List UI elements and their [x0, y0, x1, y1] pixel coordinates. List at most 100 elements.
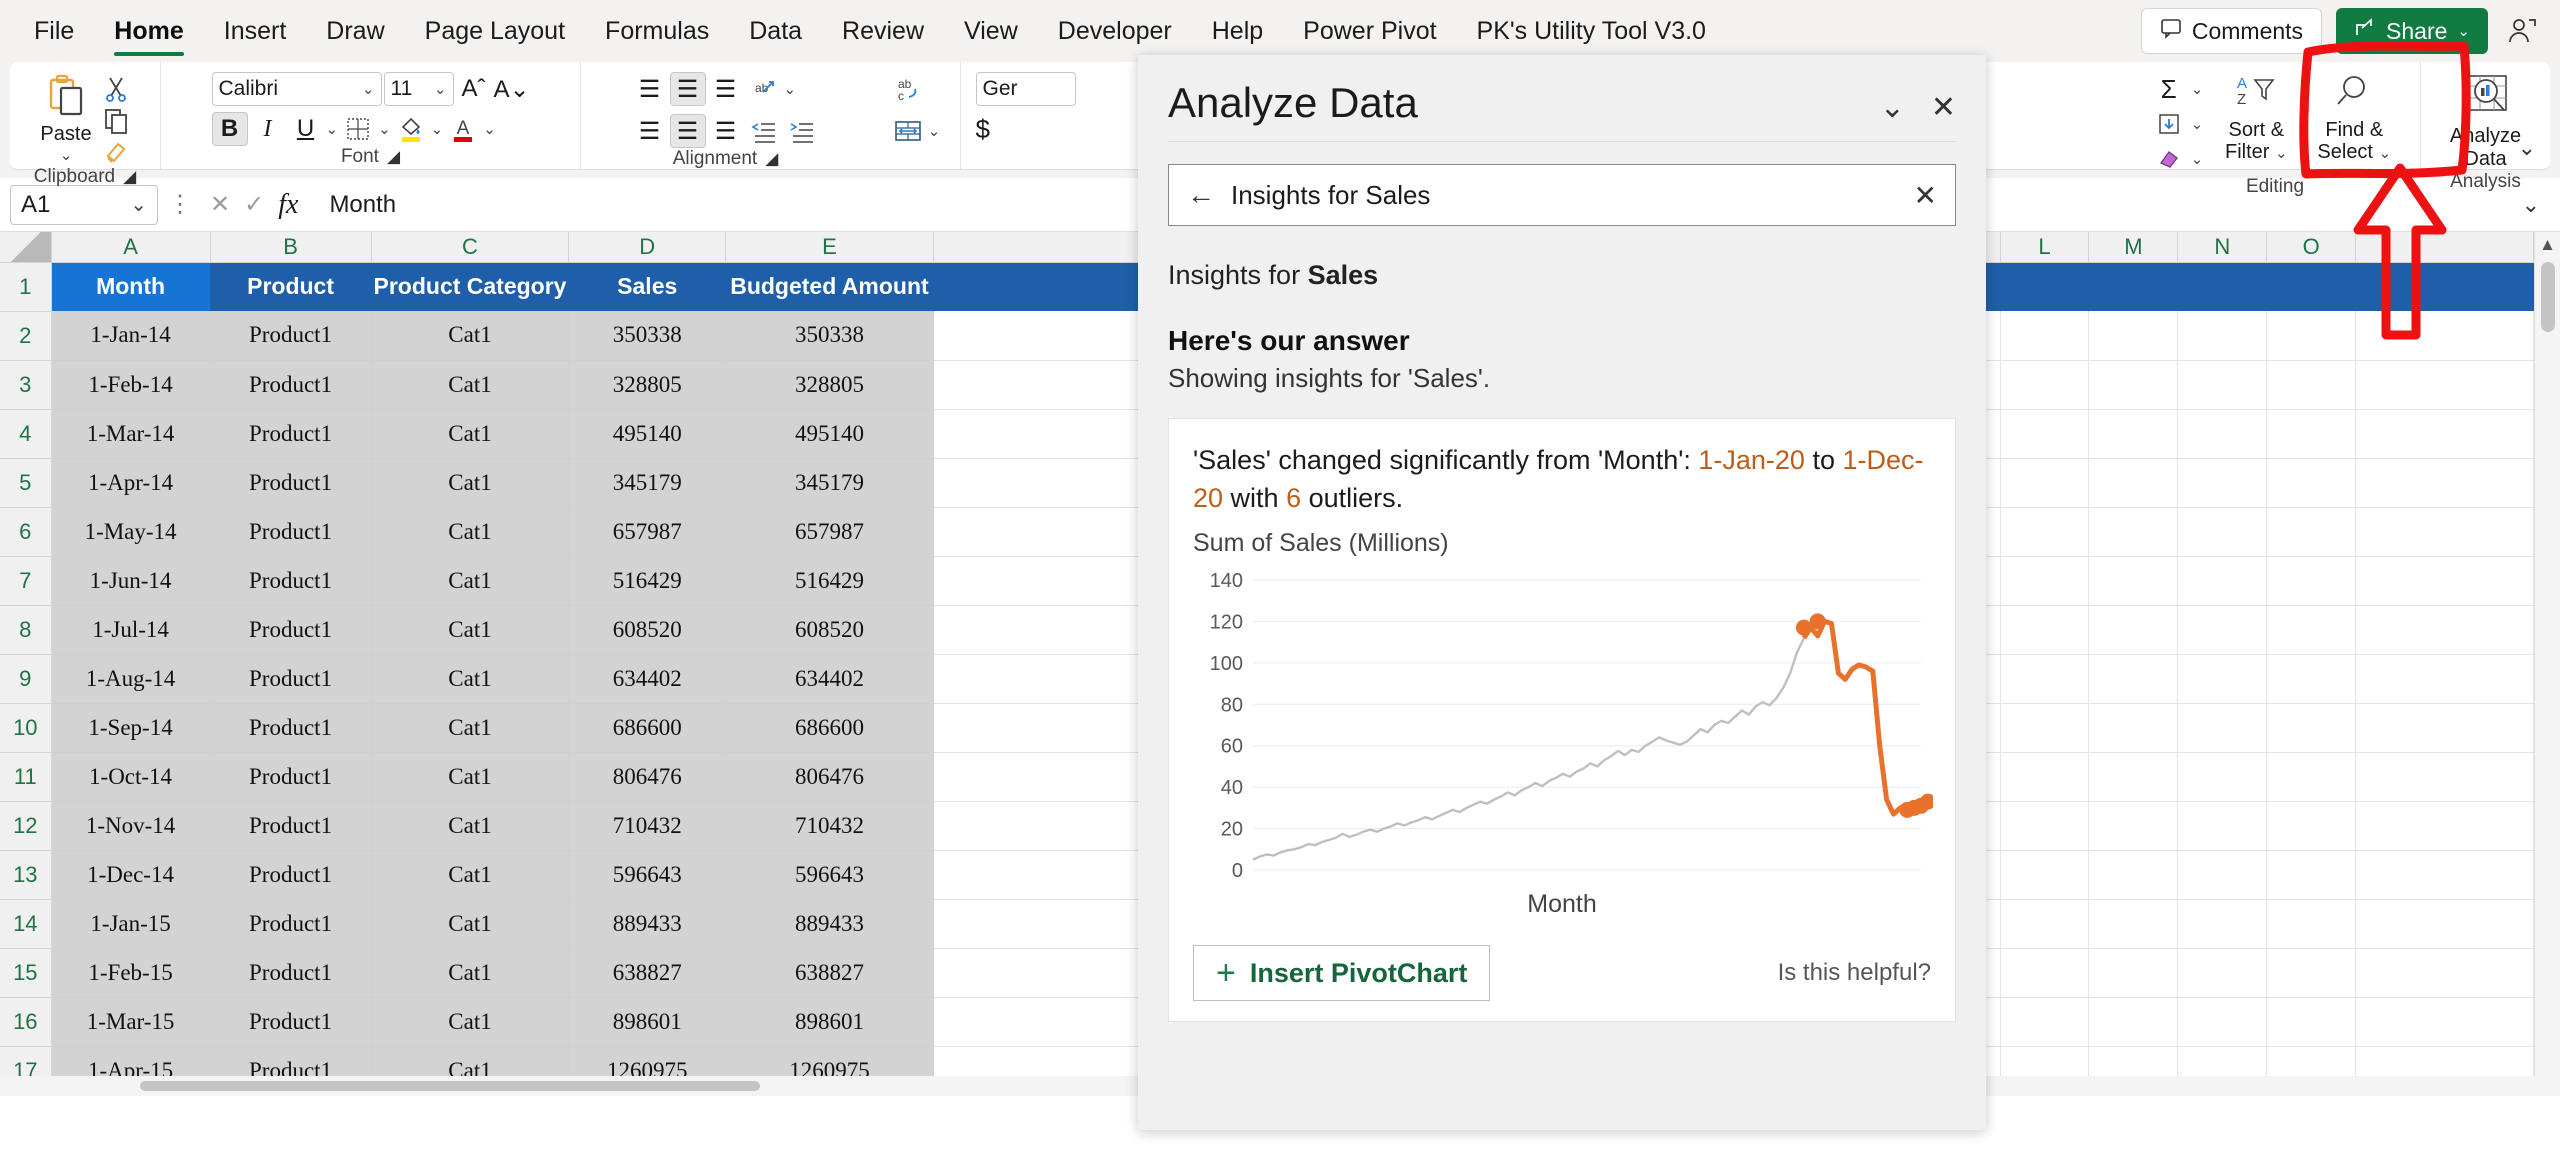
row-header[interactable]: 10 [0, 703, 52, 753]
grid-cell[interactable]: 1-Feb-15 [51, 948, 211, 998]
grid-cell[interactable] [2000, 556, 2090, 606]
grid-cell[interactable] [2088, 311, 2179, 361]
grid-cell[interactable] [933, 801, 1157, 851]
grid-cell[interactable] [2088, 703, 2179, 753]
tab-pk-utility-tool[interactable]: PK's Utility Tool V3.0 [1457, 0, 1726, 62]
grid-cell[interactable]: Cat1 [371, 801, 570, 851]
chevron-down-icon[interactable]: ⌄ [60, 146, 73, 164]
col-header-N[interactable]: N [2177, 232, 2268, 263]
scroll-thumb-horizontal[interactable] [140, 1081, 760, 1091]
grid-cell[interactable] [933, 997, 1157, 1047]
grid-cell[interactable]: 1-Jul-14 [51, 605, 211, 655]
grid-cell[interactable]: 345179 [725, 458, 934, 508]
chevron-down-icon[interactable]: ⌄ [434, 80, 447, 98]
grid-cell[interactable] [2088, 801, 2179, 851]
grid-cell[interactable]: Cat1 [371, 556, 570, 606]
row-header[interactable]: 12 [0, 801, 52, 851]
row-header[interactable]: 13 [0, 850, 52, 900]
grid-cell[interactable]: 328805 [568, 360, 727, 410]
grid-cell[interactable] [2000, 262, 2090, 311]
grid-cell[interactable]: 596643 [568, 850, 727, 900]
grid-cell[interactable] [2088, 948, 2179, 998]
grid-cell[interactable]: 1-Aug-14 [51, 654, 211, 704]
grid-cell[interactable]: Product1 [210, 311, 372, 361]
grid-cell[interactable] [2355, 752, 2534, 802]
col-header-E[interactable]: E [725, 232, 934, 263]
cut-icon[interactable] [102, 74, 130, 102]
grid-cell[interactable] [2000, 409, 2090, 459]
row-header[interactable]: 4 [0, 409, 52, 459]
grid-cell[interactable] [2355, 409, 2534, 459]
grid-cell[interactable]: 516429 [568, 556, 727, 606]
grid-cell[interactable]: Month [51, 262, 211, 311]
grid-cell[interactable]: Product1 [210, 948, 372, 998]
grid-cell[interactable] [2177, 801, 2268, 851]
grid-cell[interactable] [2266, 801, 2357, 851]
row-header[interactable]: 8 [0, 605, 52, 655]
number-format-select[interactable]: Ger [975, 72, 1076, 106]
grid-cell[interactable] [2266, 899, 2357, 949]
bold-button[interactable]: B [211, 112, 248, 146]
grid-cell[interactable] [933, 556, 1157, 606]
grid-cell[interactable] [933, 262, 1157, 311]
insert-pivotchart-button[interactable]: + Insert PivotChart [1193, 945, 1491, 1001]
decrease-indent-icon[interactable] [746, 114, 782, 148]
row-header[interactable]: 16 [0, 997, 52, 1047]
grid-cell[interactable]: 686600 [568, 703, 727, 753]
grid-cell[interactable] [2266, 752, 2357, 802]
grid-cell[interactable] [933, 360, 1157, 410]
grid-cell[interactable] [2266, 458, 2357, 508]
grid-cell[interactable]: Product1 [210, 850, 372, 900]
paste-button[interactable]: Paste ⌄ [40, 72, 92, 164]
chevron-down-icon[interactable]: ⌄ [784, 80, 797, 98]
grid-cell[interactable]: 1-Nov-14 [51, 801, 211, 851]
borders-icon[interactable] [340, 112, 376, 146]
grid-cell[interactable] [933, 409, 1157, 459]
row-header[interactable]: 5 [0, 458, 52, 508]
find-select-button[interactable]: Find & Select ⌄ [2309, 72, 2399, 165]
grid-cell[interactable]: 350338 [568, 311, 727, 361]
grid-cell[interactable] [2177, 752, 2268, 802]
currency-format-icon[interactable]: $ [976, 114, 990, 145]
search-input[interactable]: Insights for Sales [1231, 180, 1898, 211]
chevron-down-icon[interactable]: ⌄ [2191, 80, 2204, 98]
grid-cell[interactable] [2266, 703, 2357, 753]
grid-cell[interactable] [2000, 507, 2090, 557]
grid-cell[interactable] [2177, 507, 2268, 557]
tab-insert[interactable]: Insert [204, 0, 307, 62]
grid-cell[interactable]: Cat1 [371, 409, 570, 459]
tab-draw[interactable]: Draw [306, 0, 404, 62]
fill-color-icon[interactable] [393, 112, 429, 146]
font-size-input[interactable]: 11 ⌄ [383, 72, 454, 106]
grid-cell[interactable]: Product Category [371, 262, 570, 311]
row-header[interactable]: 1 [0, 262, 52, 312]
close-icon[interactable]: ✕ [1931, 93, 1956, 123]
chevron-down-icon[interactable]: ⌄ [378, 120, 391, 138]
tab-review[interactable]: Review [822, 0, 944, 62]
row-header[interactable]: 15 [0, 948, 52, 998]
user-account-icon[interactable] [2502, 11, 2542, 51]
underline-button[interactable]: U [288, 112, 324, 146]
grid-cell[interactable] [2000, 654, 2090, 704]
grid-cell[interactable]: 596643 [725, 850, 934, 900]
orientation-icon[interactable]: ab [746, 72, 782, 106]
name-box[interactable]: A1 ⌄ [10, 184, 158, 225]
grid-cell[interactable] [2266, 262, 2357, 311]
grid-cell[interactable] [933, 458, 1157, 508]
clear-search-icon[interactable]: ✕ [1914, 179, 1937, 212]
col-header-A[interactable]: A [51, 232, 211, 263]
dialog-launcher-icon[interactable]: ◢ [123, 167, 136, 186]
grid-cell[interactable]: 516429 [725, 556, 934, 606]
grid-cell[interactable]: Product1 [210, 458, 372, 508]
tab-view[interactable]: View [944, 0, 1038, 62]
grid-cell[interactable]: Cat1 [371, 850, 570, 900]
grid-cell[interactable] [2355, 262, 2534, 311]
scroll-up-icon[interactable]: ▲ [2535, 232, 2560, 258]
collapse-ribbon-icon[interactable]: ⌄ [2518, 135, 2536, 161]
row-header[interactable]: 6 [0, 507, 52, 557]
grid-cell[interactable] [2088, 409, 2179, 459]
tab-data[interactable]: Data [729, 0, 822, 62]
back-arrow-icon[interactable]: ← [1187, 179, 1215, 211]
grid-cell[interactable]: Product1 [210, 801, 372, 851]
font-color-icon[interactable]: A [445, 112, 481, 146]
